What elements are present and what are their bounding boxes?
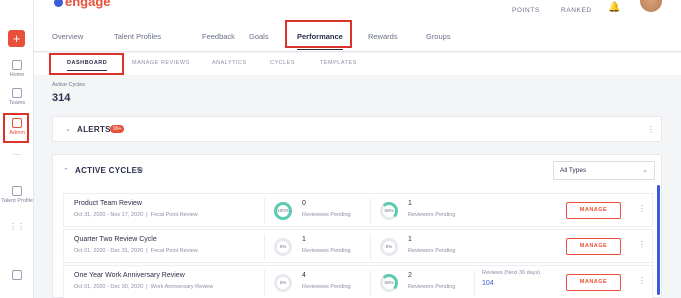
top-bar: engage POINTS RANKED 🔔	[34, 0, 681, 22]
chevron-up-icon[interactable]: ⌃	[63, 167, 69, 175]
reviewees-count: 4	[302, 272, 306, 279]
reviewers-count: 1	[408, 236, 412, 243]
logo-mark-icon	[54, 0, 63, 8]
talent-profile-icon	[12, 186, 22, 196]
bell-icon[interactable]: 🔔	[608, 2, 620, 13]
external-link-icon[interactable]: ⧉	[137, 165, 143, 175]
cycle-meta: Oct 01, 2020 - Dec 30, 2020 | Work Anniv…	[74, 284, 214, 290]
row-more-icon[interactable]: ⋮	[638, 240, 646, 249]
row-more-icon[interactable]: ⋮	[638, 276, 646, 285]
tab-rewards[interactable]: Rewards	[368, 32, 398, 41]
tab-goals[interactable]: Goals	[249, 32, 269, 41]
reviewees-progress-ring: 0%	[274, 274, 292, 292]
cycle-row[interactable]: One Year Work Anniversary Review Oct 01,…	[63, 265, 653, 298]
reviewees-progress-ring: 0%	[274, 238, 292, 256]
sub-tabs: DASHBOARD MANAGE REVIEWS ANALYTICS CYCLE…	[34, 53, 681, 75]
cycle-name[interactable]: Quarter Two Review Cycle	[74, 236, 157, 243]
manage-button[interactable]: MANAGE	[566, 274, 621, 291]
points-link[interactable]: POINTS	[512, 7, 540, 14]
cycle-meta: Oct 01, 2020 - Dec 31, 2020 | Focal Poin…	[74, 248, 198, 254]
subtab-templates[interactable]: TEMPLATES	[320, 60, 357, 66]
alerts-card: ⌄ ALERTS 99+ ⋮	[52, 116, 662, 142]
performance-highlight	[285, 20, 352, 48]
app-logo[interactable]: engage	[54, 0, 111, 9]
reviewers-count: 2	[408, 272, 412, 279]
tab-talent-profiles[interactable]: Talent Profiles	[114, 32, 161, 41]
alerts-badge: 99+	[110, 125, 125, 133]
reviewees-progress-ring: 100%	[274, 202, 292, 220]
tab-groups[interactable]: Groups	[426, 32, 451, 41]
cycle-meta: Oct 31, 2020 - Nov 17, 2020 | Focal Poin…	[74, 212, 198, 218]
home-icon	[12, 60, 22, 70]
divider	[370, 234, 371, 260]
reviewers-progress-ring: 0%	[380, 238, 398, 256]
divider	[370, 198, 371, 224]
subtab-analytics[interactable]: ANALYTICS	[212, 60, 247, 66]
manage-button[interactable]: MANAGE	[566, 238, 621, 255]
cycle-name[interactable]: Product Team Review	[74, 200, 142, 207]
divider	[264, 270, 265, 296]
divider	[370, 270, 371, 296]
tab-feedback[interactable]: Feedback	[202, 32, 235, 41]
rail-item-grid[interactable]: ⋮⋮	[0, 222, 34, 231]
upcoming-reviews-count[interactable]: 104	[482, 280, 494, 287]
subtab-manage-reviews[interactable]: MANAGE REVIEWS	[132, 60, 190, 66]
ranked-link[interactable]: RANKED	[561, 7, 592, 14]
dashboard-highlight	[49, 53, 124, 75]
cycle-row[interactable]: Product Team Review Oct 31, 2020 - Nov 1…	[63, 193, 653, 227]
cycle-name[interactable]: One Year Work Anniversary Review	[74, 272, 185, 279]
chevron-down-icon: ⌄	[642, 167, 648, 174]
reviewers-count: 1	[408, 200, 412, 207]
reviewees-count: 1	[302, 236, 306, 243]
alerts-more-icon[interactable]: ⋮	[647, 125, 655, 134]
rail-item-talent-profile[interactable]: Talent Profile	[0, 186, 34, 204]
download-icon	[12, 270, 22, 280]
rail-item-home[interactable]: Home	[0, 60, 34, 78]
admin-highlight	[3, 113, 29, 143]
scrollbar[interactable]	[657, 185, 660, 295]
rail-item-download[interactable]	[0, 270, 34, 282]
reviewees-label: Reviewees Pending	[302, 284, 351, 290]
reviewers-progress-ring: 50%	[380, 202, 398, 220]
left-rail: + Home Teams Admin ··· Talent Profile ⋮⋮	[0, 0, 34, 298]
chevron-down-icon[interactable]: ⌄	[65, 125, 71, 133]
divider	[264, 198, 265, 224]
reviewers-label: Reviewers Pending	[408, 284, 456, 290]
cycle-row[interactable]: Quarter Two Review Cycle Oct 01, 2020 - …	[63, 229, 653, 263]
reviewers-label: Reviewers Pending	[408, 212, 456, 218]
divider	[474, 270, 475, 296]
active-cycles-card: ⌃ ACTIVE CYCLES ⧉ All Types ⌄ Product Te…	[52, 154, 662, 298]
tab-overview[interactable]: Overview	[52, 32, 83, 41]
manage-button[interactable]: MANAGE	[566, 202, 621, 219]
cycle-type-select[interactable]: All Types ⌄	[553, 161, 655, 180]
active-cycles-label: Active Cycles	[52, 82, 86, 88]
avatar[interactable]	[640, 0, 662, 12]
reviewees-label: Reviewees Pending	[302, 212, 351, 218]
add-button[interactable]: +	[8, 30, 25, 47]
upcoming-reviews-label: Reviews (Next 30 days)	[482, 270, 541, 276]
row-more-icon[interactable]: ⋮	[638, 204, 646, 213]
reviewers-label: Reviewers Pending	[408, 248, 456, 254]
reviewees-label: Reviewees Pending	[302, 248, 351, 254]
rail-item-more[interactable]: ···	[0, 150, 34, 159]
active-cycles-count: 314	[52, 92, 71, 104]
teams-icon	[12, 88, 22, 98]
reviewees-count: 0	[302, 200, 306, 207]
divider	[264, 234, 265, 260]
subtab-cycles[interactable]: CYCLES	[270, 60, 295, 66]
rail-item-teams[interactable]: Teams	[0, 88, 34, 106]
active-cycles-title[interactable]: ACTIVE CYCLES	[75, 166, 143, 175]
reviewers-progress-ring: 50%	[380, 274, 398, 292]
alerts-title[interactable]: ALERTS	[77, 125, 111, 134]
primary-tabs: Overview Talent Profiles Feedback Goals …	[34, 22, 681, 52]
